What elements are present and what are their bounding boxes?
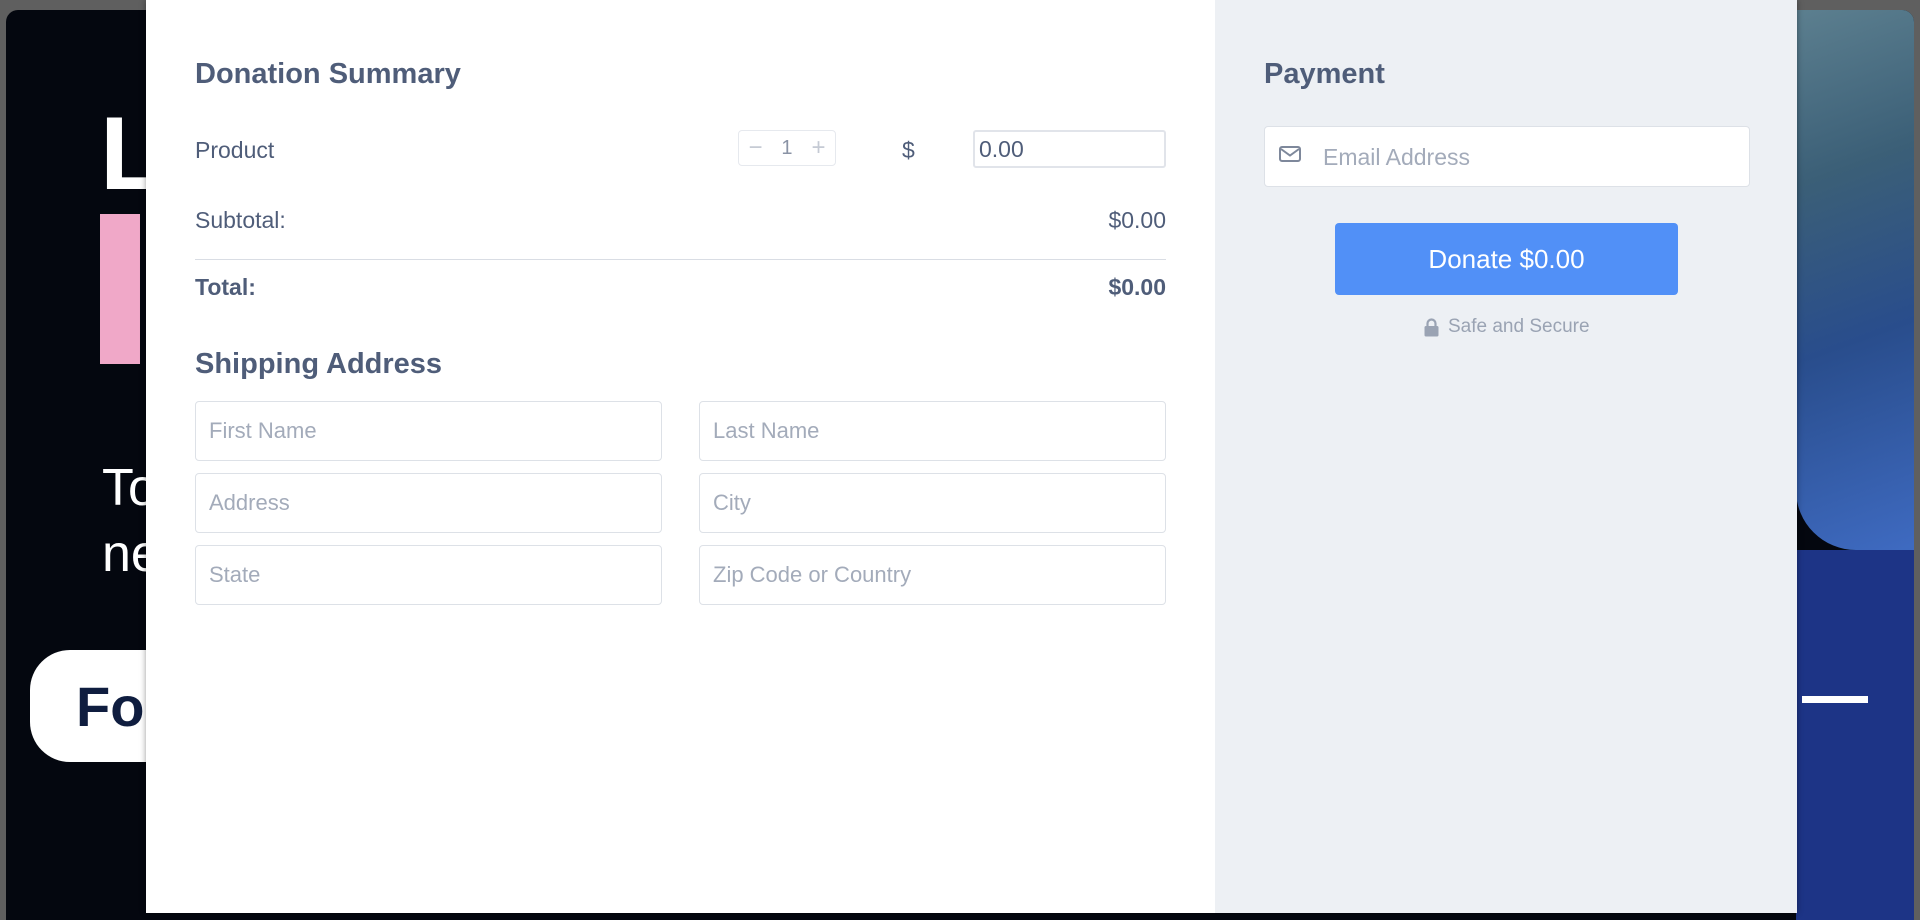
background-blue-panel [1796, 550, 1914, 920]
decrement-button[interactable]: − [748, 136, 762, 160]
currency-symbol: $ [902, 137, 915, 163]
subtotal-value: $0.00 [1108, 207, 1166, 233]
quantity-value: 1 [781, 136, 793, 159]
safe-and-secure-label: Safe and Secure [1448, 316, 1590, 337]
donate-button[interactable]: Donate $0.00 [1335, 223, 1678, 295]
total-value: $0.00 [1108, 274, 1166, 300]
email-input[interactable] [1321, 127, 1745, 188]
background-dash [1802, 696, 1868, 703]
address-field[interactable] [195, 473, 662, 533]
zip-country-field[interactable] [699, 545, 1166, 605]
donation-summary-pane: Donation Summary Product − 1 + $ Subtota… [146, 0, 1215, 913]
amount-input[interactable] [973, 130, 1166, 168]
lock-icon [1424, 317, 1439, 336]
total-label: Total: [195, 274, 256, 300]
summary-divider [195, 259, 1166, 260]
envelope-icon [1279, 146, 1301, 162]
product-label: Product [195, 137, 275, 163]
email-field-wrapper [1264, 126, 1750, 188]
last-name-field[interactable] [699, 401, 1166, 461]
background-photo [1796, 10, 1914, 550]
safe-and-secure-notice: Safe and Secure [1424, 316, 1590, 338]
payment-pane: Payment Donate $0.00 Safe and Secure [1215, 0, 1797, 913]
donation-modal: Donation Summary Product − 1 + $ Subtota… [146, 0, 1797, 913]
increment-button[interactable]: + [811, 136, 825, 160]
shipping-address-title: Shipping Address [195, 348, 443, 380]
payment-title: Payment [1264, 58, 1385, 90]
state-field[interactable] [195, 545, 662, 605]
background-hero-highlight [100, 214, 140, 364]
first-name-field[interactable] [195, 401, 662, 461]
quantity-stepper: − 1 + [738, 130, 836, 166]
city-field[interactable] [699, 473, 1166, 533]
subtotal-label: Subtotal: [195, 207, 286, 233]
donation-summary-title: Donation Summary [195, 58, 461, 90]
